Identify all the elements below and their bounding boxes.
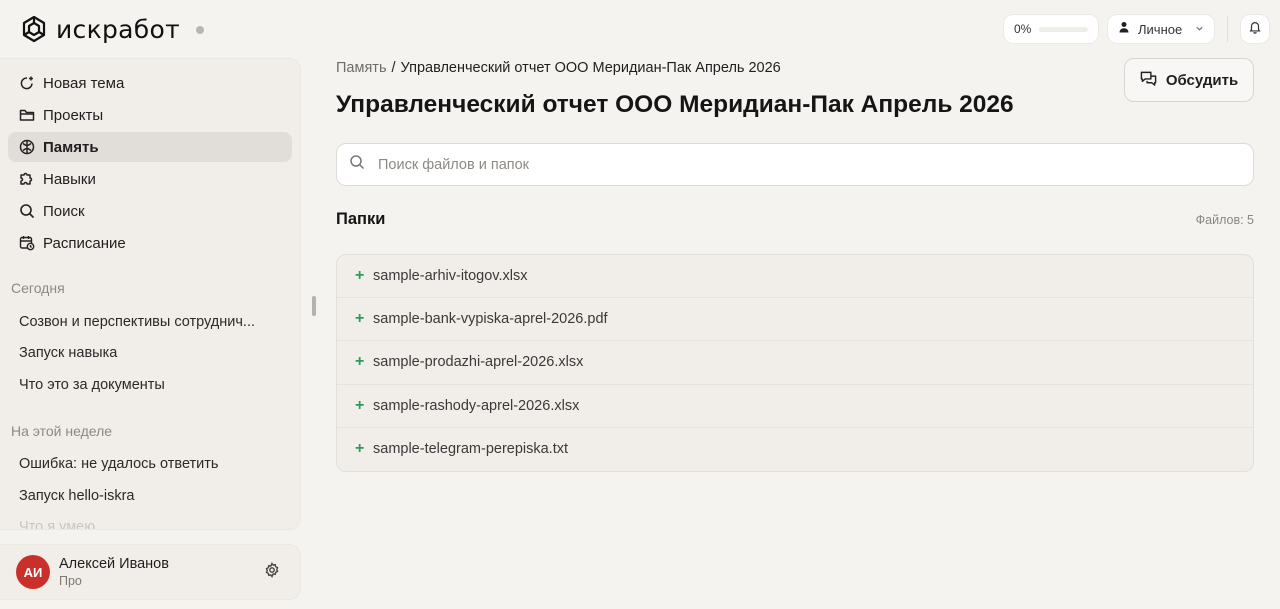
- chat-bubbles-icon: [1140, 70, 1157, 91]
- plus-icon: +: [355, 310, 365, 328]
- sidebar-item-skills[interactable]: Навыки: [8, 164, 292, 194]
- sidebar-item-label: Расписание: [43, 234, 126, 252]
- plus-icon: +: [355, 353, 365, 371]
- topbar-controls: 0% Личное: [1003, 13, 1270, 45]
- sidebar: Новая тема Проекты Память Навыки Поиск Р…: [0, 58, 301, 530]
- usage-progress: 0%: [1003, 14, 1099, 44]
- page-title: Управленческий отчет ООО Меридиан-Пак Ап…: [336, 91, 1014, 118]
- chat-history-item[interactable]: Запуск навыка: [0, 338, 300, 370]
- notifications-button[interactable]: [1240, 14, 1270, 44]
- sidebar-item-label: Память: [43, 138, 99, 156]
- puzzle-icon: [18, 171, 35, 188]
- file-row[interactable]: + sample-telegram-perepiska.txt: [337, 428, 1253, 471]
- file-name: sample-arhiv-itogov.xlsx: [373, 268, 528, 285]
- usage-progress-label: 0%: [1014, 22, 1032, 36]
- chat-history-item[interactable]: Что это за документы: [0, 369, 300, 401]
- plus-icon: +: [355, 440, 365, 458]
- avatar: АИ: [16, 555, 50, 589]
- logo-icon: [20, 15, 48, 43]
- sidebar-item-label: Новая тема: [43, 74, 125, 92]
- breadcrumb-current: Управленческий отчет ООО Меридиан-Пак Ап…: [400, 60, 781, 76]
- file-list: + sample-arhiv-itogov.xlsx + sample-bank…: [336, 254, 1254, 472]
- sidebar-resize-handle[interactable]: [312, 296, 316, 316]
- gear-icon: [264, 561, 280, 583]
- user-plan: Про: [59, 574, 82, 588]
- new-topic-icon: [18, 75, 35, 92]
- memory-icon: [18, 139, 35, 156]
- sidebar-item-label: Проекты: [43, 106, 104, 124]
- file-name: sample-bank-vypiska-aprel-2026.pdf: [373, 311, 608, 328]
- file-row[interactable]: + sample-rashody-aprel-2026.xlsx: [337, 385, 1253, 428]
- file-name: sample-telegram-perepiska.txt: [373, 441, 569, 458]
- chat-history-item[interactable]: Созвон и перспективы сотруднич...: [0, 306, 300, 338]
- settings-button[interactable]: [260, 560, 284, 584]
- user-icon: [1118, 20, 1130, 38]
- search-icon: [349, 154, 365, 175]
- chevron-down-icon: [1195, 20, 1204, 38]
- file-row[interactable]: + sample-arhiv-itogov.xlsx: [337, 255, 1253, 299]
- chat-history-item[interactable]: Запуск hello-iskra: [0, 480, 300, 512]
- sidebar-item-schedule[interactable]: Расписание: [8, 228, 292, 258]
- breadcrumb-root[interactable]: Память: [336, 60, 387, 76]
- folders-header: Папки Файлов: 5: [336, 210, 1254, 229]
- discuss-button[interactable]: Обсудить: [1124, 58, 1254, 102]
- status-dot: [195, 26, 204, 34]
- search-icon: [18, 203, 35, 220]
- sidebar-item-search[interactable]: Поиск: [8, 196, 292, 226]
- account-label: Личное: [1138, 21, 1183, 37]
- sidebar-nav: Новая тема Проекты Память Навыки Поиск Р…: [0, 59, 300, 258]
- sidebar-item-label: Навыки: [43, 170, 96, 188]
- folder-icon: [18, 107, 35, 124]
- section-title: Папки: [336, 210, 386, 228]
- sidebar-item-new-topic[interactable]: Новая тема: [8, 68, 292, 98]
- plus-icon: +: [355, 267, 365, 285]
- history-section-today: Сегодня: [11, 280, 65, 296]
- account-switcher[interactable]: Личное: [1107, 14, 1215, 44]
- user-profile-card[interactable]: АИ Алексей Иванов Про: [0, 544, 301, 600]
- file-name: sample-prodazhi-aprel-2026.xlsx: [373, 354, 584, 371]
- breadcrumb: Память / Управленческий отчет ООО Мериди…: [336, 60, 781, 76]
- plus-icon: +: [355, 396, 365, 414]
- chat-history-item[interactable]: Что я умею: [0, 512, 300, 529]
- chat-history-item[interactable]: Ошибка: не удалось ответить: [0, 449, 300, 481]
- bell-icon: [1248, 20, 1262, 39]
- logo-text: искработ: [56, 14, 180, 44]
- discuss-button-label: Обсудить: [1165, 71, 1239, 89]
- history-section-this-week: На этой неделе: [11, 422, 113, 439]
- file-row[interactable]: + sample-prodazhi-aprel-2026.xlsx: [337, 341, 1253, 385]
- sidebar-item-projects[interactable]: Проекты: [8, 100, 292, 130]
- divider: [1227, 16, 1228, 42]
- files-count: Файлов: 5: [1195, 212, 1254, 227]
- search-input[interactable]: [378, 156, 1241, 173]
- sidebar-item-memory[interactable]: Память: [8, 132, 292, 162]
- app-logo[interactable]: искработ: [20, 13, 204, 45]
- sidebar-item-label: Поиск: [43, 202, 85, 220]
- user-name: Алексей Иванов: [59, 556, 169, 572]
- file-name: sample-rashody-aprel-2026.xlsx: [373, 397, 580, 414]
- calendar-clock-icon: [18, 235, 35, 252]
- file-row[interactable]: + sample-bank-vypiska-aprel-2026.pdf: [337, 298, 1253, 342]
- usage-progress-track: [1039, 26, 1088, 32]
- file-search: [336, 143, 1254, 186]
- user-info: Алексей Иванов Про: [59, 556, 260, 588]
- breadcrumb-separator: /: [391, 60, 396, 76]
